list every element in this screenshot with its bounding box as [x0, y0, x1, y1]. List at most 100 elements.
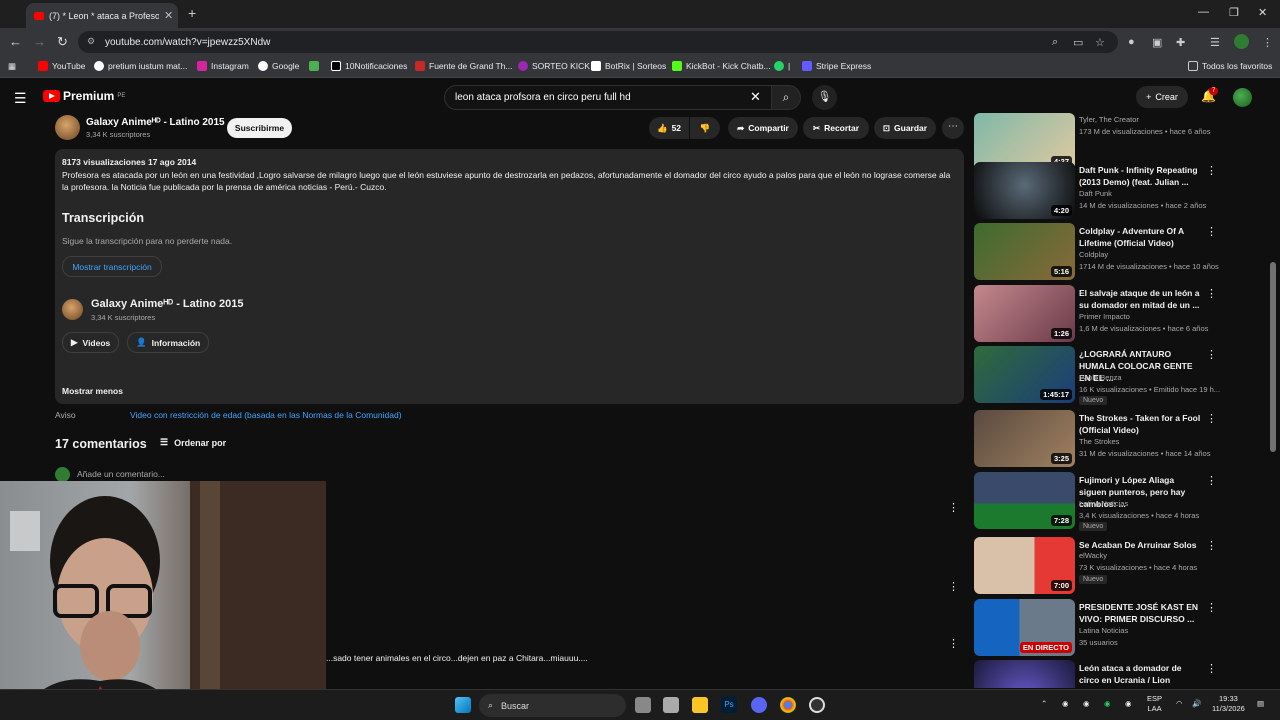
extension-icon[interactable]: ● [1128, 36, 1135, 48]
new-tab-icon[interactable]: + [188, 5, 196, 21]
all-bookmarks[interactable]: Todos los favoritos [1188, 61, 1272, 71]
video-thumbnail[interactable]: 7:28 [974, 472, 1075, 529]
reading-list-icon[interactable]: ☰ [1210, 36, 1220, 49]
video-menu-icon[interactable]: ⋮ [1206, 662, 1217, 675]
add-comment-input[interactable]: Añade un comentario... [77, 469, 165, 479]
age-restriction-link[interactable]: Video con restricción de edad (basada en… [130, 410, 402, 420]
language-indicator[interactable]: ESP LAA [1147, 694, 1162, 714]
windows-start-icon[interactable] [455, 697, 471, 713]
wifi-icon[interactable]: ◠ [1176, 699, 1183, 709]
bookmark-botrix[interactable]: BotRix | Sorteos [591, 61, 666, 71]
info-button[interactable]: 👤 Información [127, 332, 210, 353]
video-menu-icon[interactable]: ⋮ [1206, 348, 1217, 361]
recommended-video[interactable]: 3:25 The Strokes - Taken for a Fool (Off… [974, 410, 1264, 468]
tray-app2-icon[interactable]: ◉ [1083, 699, 1090, 709]
like-button[interactable]: 👍 52 [649, 117, 689, 139]
channel-name-secondary[interactable]: Galaxy Animeᴴᴰ - Latino 2015 [91, 298, 243, 310]
video-thumbnail[interactable]: 1:26 [974, 285, 1075, 342]
bookmark-instagram[interactable]: Instagram [197, 61, 249, 71]
forward-icon[interactable]: → [33, 34, 46, 49]
clear-search-icon[interactable]: ✕ [750, 89, 761, 105]
task-view-icon[interactable] [635, 697, 651, 713]
menu-icon[interactable]: ☰ [14, 90, 27, 107]
comment-menu-icon[interactable]: ⋮ [948, 580, 959, 593]
apps-grid-icon[interactable]: ▦ [8, 61, 16, 72]
video-channel[interactable]: The Strokes [1079, 437, 1119, 446]
recommended-video[interactable]: 7:28 Fujimori y López Aliaga siguen punt… [974, 472, 1264, 531]
clock[interactable]: 19:33 11/3/2026 [1212, 694, 1245, 714]
video-thumbnail[interactable]: 5:16 [974, 223, 1075, 280]
browser-tab[interactable]: (7) * Leon * ataca a Profesora en ✕ [26, 3, 178, 28]
create-button[interactable]: + Crear [1136, 86, 1188, 108]
comment-menu-icon[interactable]: ⋮ [948, 501, 959, 514]
tray-app3-icon[interactable]: ◉ [1125, 699, 1132, 709]
video-title[interactable]: León ataca a domador de circo en Ucrania… [1079, 662, 1201, 688]
channel-avatar[interactable] [55, 115, 80, 140]
zoom-icon[interactable]: ⌕ [1052, 36, 1058, 49]
recommended-video[interactable]: León ataca a domador de circo en Ucrania… [974, 660, 1264, 688]
back-icon[interactable]: ← [9, 34, 22, 49]
recommended-video[interactable]: 4:20 Daft Punk - Infinity Repeating (201… [974, 162, 1264, 220]
channel-avatar-small[interactable] [62, 299, 83, 320]
maximize-icon[interactable]: ❐ [1229, 6, 1239, 19]
taskbar-search[interactable]: ⌕ Buscar [479, 694, 626, 717]
show-transcript-button[interactable]: Mostrar transcripción [62, 256, 162, 277]
video-channel[interactable]: Tyler, The Creator [1079, 115, 1139, 124]
show-less-button[interactable]: Mostrar menos [62, 386, 123, 396]
extensions-puzzle-icon[interactable]: ✚ [1176, 36, 1185, 49]
bookmark-10notificaciones[interactable]: 10Notificaciones [331, 61, 407, 71]
save-button[interactable]: ⊡ Guardar [874, 117, 936, 139]
video-title[interactable]: Coldplay - Adventure Of A Lifetime (Offi… [1079, 225, 1201, 249]
recommended-video[interactable]: 1:45:17 ¿LOGRARÁ ANTAURO HUMALA COLOCAR … [974, 346, 1264, 405]
tray-chevron-icon[interactable]: ⌃ [1041, 699, 1047, 709]
bookmark-whatsapp[interactable]: | [774, 61, 790, 71]
file-explorer-icon[interactable] [692, 697, 708, 713]
menu-dots-icon[interactable]: ⋮ [1262, 36, 1273, 49]
url-field[interactable]: ⚙ youtube.com/watch?v=jpewzz5XNdw [78, 31, 1118, 53]
recommended-video[interactable]: 1:26 El salvaje ataque de un león a su d… [974, 285, 1264, 343]
bookmark-sorteo[interactable]: SORTEO KICK [518, 61, 590, 71]
video-channel[interactable]: Latina Noticias [1079, 499, 1128, 508]
video-channel[interactable]: Paolo Benza [1079, 373, 1122, 382]
video-title[interactable]: Daft Punk - Infinity Repeating (2013 Dem… [1079, 164, 1201, 188]
bookmark-youtube[interactable]: YouTube [38, 61, 85, 71]
reload-icon[interactable]: ↻ [57, 34, 68, 50]
video-menu-icon[interactable]: ⋮ [1206, 601, 1217, 614]
video-menu-icon[interactable]: ⋮ [1206, 225, 1217, 238]
bookmark-star-icon[interactable]: ☆ [1095, 36, 1105, 49]
clip-button[interactable]: ✂ Recortar [803, 117, 869, 139]
bookmark-google[interactable]: Google [258, 61, 299, 71]
video-title[interactable]: El salvaje ataque de un león a su domado… [1079, 287, 1201, 311]
app-badge-icon[interactable] [809, 697, 825, 713]
video-title[interactable]: The Strokes - Taken for a Fool (Official… [1079, 412, 1201, 436]
video-thumbnail[interactable]: 7:00 [974, 537, 1075, 594]
minimize-icon[interactable]: — [1198, 6, 1209, 18]
close-window-icon[interactable]: ✕ [1258, 6, 1267, 19]
voice-search-button[interactable]: 🎙 [812, 85, 837, 110]
video-title[interactable]: PRESIDENTE JOSÉ KAST EN VIVO: PRIMER DIS… [1079, 601, 1201, 625]
video-channel[interactable]: Primer Impacto [1079, 312, 1130, 321]
share-button[interactable]: ➦ Compartir [728, 117, 798, 139]
tray-app-icon[interactable]: ◉ [1062, 699, 1069, 709]
recommended-video[interactable]: EN DIRECTO PRESIDENTE JOSÉ KAST EN VIVO:… [974, 599, 1264, 657]
more-actions-button[interactable]: ⋯ [942, 117, 964, 139]
channel-name[interactable]: Galaxy Animeᴴᴰ - Latino 2015 [86, 117, 225, 128]
chrome-icon[interactable] [780, 697, 796, 713]
account-avatar[interactable] [1233, 88, 1252, 107]
search-input[interactable]: leon ataca profsora en circo peru full h… [444, 85, 772, 110]
search-button[interactable]: ⌕ [771, 85, 801, 110]
video-thumbnail[interactable]: 4:20 [974, 162, 1075, 219]
video-channel[interactable]: Daft Punk [1079, 189, 1112, 198]
extension2-icon[interactable]: ▣ [1152, 36, 1162, 49]
app-icon[interactable] [663, 697, 679, 713]
video-menu-icon[interactable]: ⋮ [1206, 474, 1217, 487]
video-channel[interactable]: Latina Noticias [1079, 626, 1128, 635]
video-channel[interactable]: elWacky [1079, 551, 1107, 560]
video-thumbnail[interactable]: 3:25 [974, 410, 1075, 467]
recommended-video[interactable]: 7:00 Se Acaban De Arruinar Solos elWacky… [974, 537, 1264, 595]
video-title[interactable]: Se Acaban De Arruinar Solos [1079, 539, 1201, 551]
videos-button[interactable]: ▶ Videos [62, 332, 120, 353]
video-menu-icon[interactable]: ⋮ [1206, 287, 1217, 300]
video-menu-icon[interactable]: ⋮ [1206, 539, 1217, 552]
recommended-video[interactable]: 5:16 Coldplay - Adventure Of A Lifetime … [974, 223, 1264, 281]
